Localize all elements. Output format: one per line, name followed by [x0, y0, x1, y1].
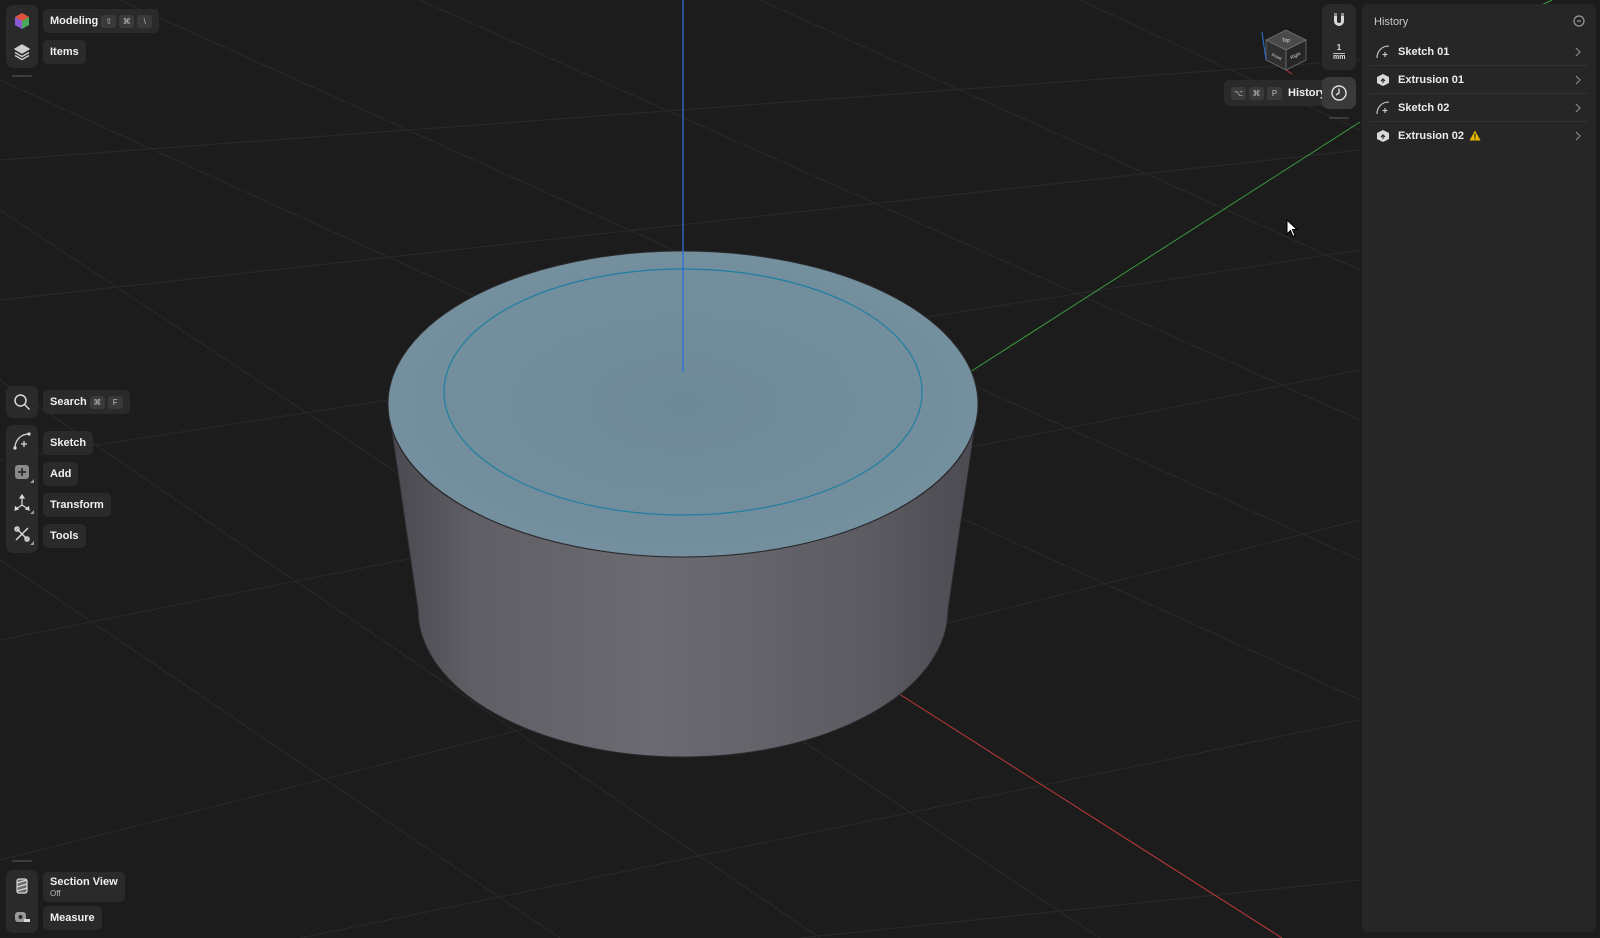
shortcut-key: ⌘	[89, 395, 105, 409]
cylinder-body[interactable]	[387, 250, 979, 758]
tools-icon	[14, 525, 30, 542]
rail-separator	[12, 75, 32, 77]
sketch-icon	[1376, 100, 1390, 114]
tools-pill[interactable]: Tools	[43, 524, 86, 548]
workspace-pill[interactable]: Modeling ⇧ ⌘ \	[43, 9, 160, 33]
shortcut-key: ⌘	[119, 14, 135, 28]
search-rail	[6, 386, 38, 418]
items-button[interactable]	[6, 36, 38, 67]
axis-x-line	[892, 689, 1283, 938]
search-icon	[14, 393, 31, 410]
history-panel: History Sketch 01 Extrusion 01 Sketch 02	[1362, 4, 1596, 932]
close-panel-icon[interactable]	[1572, 14, 1586, 28]
add-button[interactable]	[6, 456, 38, 487]
history-pill-label: History	[1288, 87, 1326, 99]
top-left-rail	[6, 5, 38, 68]
submenu-indicator	[30, 479, 34, 483]
app-logo-icon	[15, 12, 29, 29]
section-view-pill[interactable]: Section View Off	[43, 872, 125, 902]
search-button[interactable]	[6, 386, 38, 417]
snap-value: 1	[1336, 43, 1342, 52]
workspace-button[interactable]	[6, 5, 38, 36]
layers-icon	[14, 43, 30, 60]
clock-icon	[1331, 85, 1347, 101]
section-view-label: Section View	[50, 876, 118, 888]
measure-pill[interactable]: Measure	[43, 906, 102, 930]
history-panel-title: History	[1374, 16, 1409, 28]
measure-label: Measure	[50, 912, 95, 924]
snap-rail: 1 mm	[1322, 4, 1356, 70]
snap-increment[interactable]: 1 mm	[1322, 44, 1356, 62]
3d-viewport[interactable]: Top Front Right	[0, 0, 1600, 938]
transform-label: Transform	[50, 499, 104, 511]
transform-icon	[14, 493, 30, 511]
tools-label: Tools	[50, 530, 79, 542]
snap-unit: mm	[1333, 53, 1346, 61]
shortcut-key: P	[1267, 86, 1282, 100]
submenu-indicator	[30, 541, 34, 545]
history-item-label: Sketch 02	[1398, 101, 1450, 114]
history-item-label: Extrusion 01	[1398, 73, 1465, 86]
tools-button[interactable]	[6, 518, 38, 549]
add-label: Add	[50, 468, 72, 480]
extrusion-icon	[1377, 73, 1389, 86]
sketch-pill[interactable]: Sketch	[43, 431, 94, 455]
history-item[interactable]: Extrusion 02	[1370, 122, 1588, 149]
section-view-icon	[16, 877, 28, 894]
sketch-label: Sketch	[50, 437, 87, 449]
shortcut-key: F	[107, 395, 123, 409]
search-label: Search	[50, 396, 87, 408]
mouse-cursor-icon	[1286, 219, 1298, 238]
shortcut-key: ⇧	[101, 14, 117, 28]
shortcut-key: ⌘	[1249, 86, 1264, 100]
items-label: Items	[50, 46, 79, 58]
sketch-icon	[13, 431, 31, 450]
warning-icon[interactable]	[1469, 130, 1481, 141]
transform-pill[interactable]: Transform	[43, 493, 111, 517]
measure-button[interactable]	[6, 901, 38, 932]
section-view-state: Off	[50, 889, 61, 898]
chevron-right-icon	[1575, 131, 1581, 140]
history-item[interactable]: Extrusion 01	[1370, 66, 1588, 94]
section-view-button[interactable]	[6, 870, 38, 901]
shortcut-key: \	[137, 14, 153, 28]
view-cube-top[interactable]: Top	[1282, 38, 1290, 44]
chevron-right-icon	[1575, 103, 1581, 112]
extrusion-icon	[1377, 129, 1389, 142]
rail-separator	[12, 860, 32, 862]
search-pill[interactable]: Search ⌘ F	[43, 390, 130, 414]
history-item-label: Extrusion 02	[1398, 129, 1465, 142]
add-icon	[15, 464, 29, 479]
axis-y-line	[969, 121, 1361, 373]
modeling-tools-rail	[6, 425, 38, 553]
history-list: Sketch 01 Extrusion 01 Sketch 02 Extrusi…	[1370, 38, 1588, 149]
history-pill[interactable]: ⌥ ⌘ P History	[1224, 80, 1333, 106]
chevron-right-icon	[1575, 47, 1581, 56]
view-cube[interactable]: Top Front Right	[1261, 29, 1307, 75]
sketch-icon	[1376, 44, 1390, 58]
magnet-icon[interactable]	[1330, 11, 1348, 29]
rail-separator	[1329, 117, 1349, 119]
history-item[interactable]: Sketch 01	[1370, 38, 1588, 66]
items-pill[interactable]: Items	[43, 40, 86, 64]
history-item[interactable]: Sketch 02	[1370, 94, 1588, 122]
bottom-left-rail	[6, 870, 38, 933]
tape-measure-icon	[15, 911, 30, 922]
shortcut-key: ⌥	[1231, 86, 1246, 100]
submenu-indicator	[30, 510, 34, 514]
history-toggle-button[interactable]	[1322, 77, 1356, 109]
sketch-button[interactable]	[6, 425, 38, 456]
history-item-label: Sketch 01	[1398, 45, 1450, 58]
chevron-right-icon	[1575, 75, 1581, 84]
add-pill[interactable]: Add	[43, 462, 79, 486]
workspace-label: Modeling	[50, 15, 99, 27]
transform-button[interactable]	[6, 487, 38, 518]
